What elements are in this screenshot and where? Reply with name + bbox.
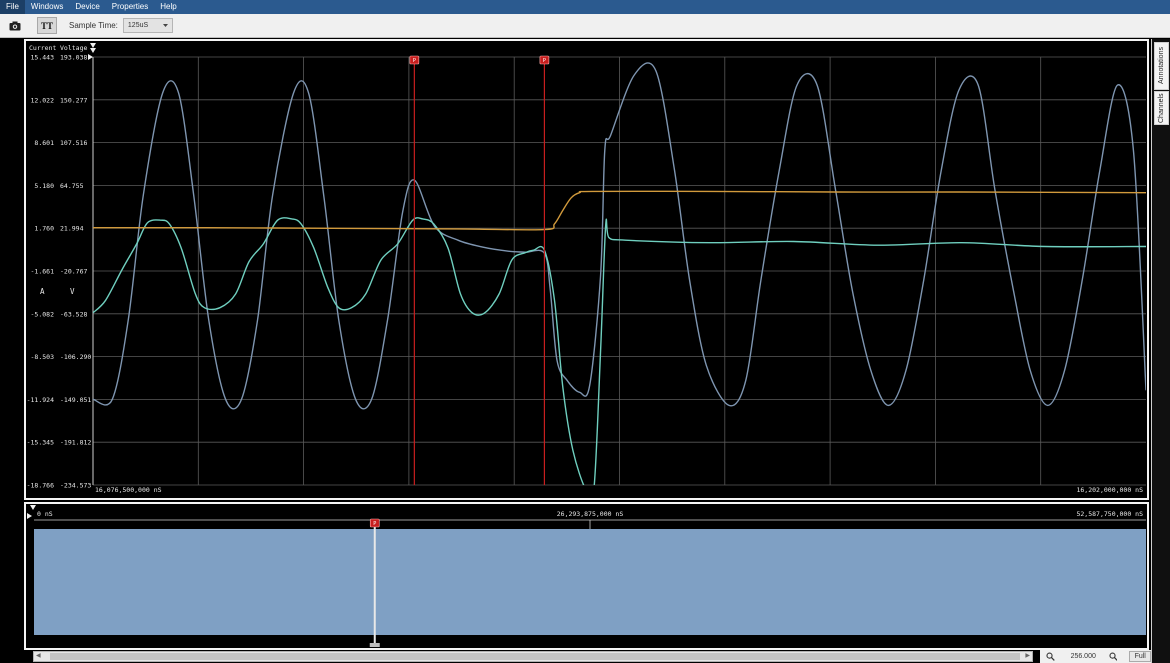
voltage-tick-label: -149.051 bbox=[60, 396, 91, 404]
overview-mid-label: 26,293,875,000 nS bbox=[557, 510, 624, 518]
voltage-axis-title: Voltage bbox=[60, 44, 87, 52]
voltage-tick-label: 107.516 bbox=[60, 139, 87, 147]
zoom-controls: 256.000 Full bbox=[1040, 650, 1151, 663]
scroll-left-icon[interactable]: ◀ bbox=[36, 653, 41, 660]
voltage-tick-label: -191.812 bbox=[60, 439, 91, 447]
left-margin bbox=[0, 39, 24, 663]
current-unit-label: A bbox=[40, 287, 45, 296]
current-tick-label: -1.661 bbox=[31, 268, 55, 276]
tab-annotations[interactable]: Annotations bbox=[1154, 42, 1169, 90]
overview-chart[interactable]: 0 nS 26,293,875,000 nS 52,587,750,000 nS P bbox=[26, 504, 1147, 648]
overview-waveform-area bbox=[34, 529, 1146, 635]
current-tick-label: 8.601 bbox=[34, 139, 54, 147]
tab-channels[interactable]: Channels bbox=[1154, 91, 1169, 125]
offset-handle-icon[interactable] bbox=[88, 54, 93, 60]
sample-time-select[interactable]: 125uS bbox=[122, 18, 173, 33]
current-tick-label: -11.924 bbox=[27, 396, 54, 404]
current-tick-label: -15.345 bbox=[27, 439, 54, 447]
overview-plot[interactable]: 0 nS 26,293,875,000 nS 52,587,750,000 nS P bbox=[24, 502, 1149, 650]
voltage-tick-label: -20.767 bbox=[60, 268, 87, 276]
overview-handle-icon[interactable] bbox=[27, 513, 32, 519]
toolbar: TT Sample Time: 125uS bbox=[0, 14, 1170, 38]
marker-label: P bbox=[543, 58, 546, 64]
menu-file[interactable]: File bbox=[0, 0, 25, 14]
current-tick-label: 15.443 bbox=[31, 54, 55, 62]
menu-properties[interactable]: Properties bbox=[106, 0, 154, 14]
overview-end-label: 52,587,750,000 nS bbox=[1076, 510, 1143, 518]
zoom-out-icon[interactable] bbox=[1109, 652, 1118, 661]
camera-icon bbox=[9, 21, 21, 30]
menu-bar: File Windows Device Properties Help bbox=[0, 0, 1170, 14]
overview-cursor-label: P bbox=[373, 521, 376, 527]
bottom-bar: ◀ ▶ 256.000 Full bbox=[24, 650, 1151, 663]
voltage-tick-label: -234.573 bbox=[60, 482, 91, 490]
zoom-value[interactable]: 256.000 bbox=[1058, 651, 1109, 662]
screenshot-button[interactable] bbox=[5, 17, 25, 34]
current-tick-label: 5.180 bbox=[34, 182, 54, 190]
scroll-right-icon[interactable]: ▶ bbox=[1025, 653, 1030, 660]
scale-handle-icon[interactable] bbox=[90, 48, 96, 53]
current-axis-title: Current bbox=[29, 44, 56, 52]
overview-handle-icon[interactable] bbox=[30, 505, 36, 510]
chevron-down-icon bbox=[162, 24, 168, 27]
zoom-in-icon[interactable] bbox=[1046, 652, 1055, 661]
marker-label: P bbox=[413, 58, 416, 64]
x-end-label: 16,202,000,000 nS bbox=[1076, 486, 1143, 494]
menu-help[interactable]: Help bbox=[154, 0, 182, 14]
voltage-tick-label: -63.528 bbox=[60, 310, 87, 318]
scale-handle-icon[interactable] bbox=[90, 43, 96, 48]
waveform-chart[interactable]: 15.443 193.038 12.022 150.277 8.601 107.516 5.… bbox=[26, 41, 1147, 498]
side-panel-tabs: Annotations Channels bbox=[1151, 39, 1170, 663]
current-tick-label: 12.022 bbox=[31, 96, 55, 104]
voltage-tick-label: -106.290 bbox=[60, 353, 91, 361]
voltage-tick-label: 193.038 bbox=[60, 54, 87, 62]
sample-time-label: Sample Time: bbox=[69, 21, 118, 30]
text-size-icon: TT bbox=[40, 20, 53, 31]
overview-cursor-grip[interactable] bbox=[369, 643, 380, 647]
menu-windows[interactable]: Windows bbox=[25, 0, 69, 14]
current-tick-label: -8.503 bbox=[31, 353, 55, 361]
sample-time-value: 125uS bbox=[127, 22, 149, 29]
current-tick-label: -5.082 bbox=[31, 310, 55, 318]
overview-start-label: 0 nS bbox=[37, 510, 53, 518]
voltage-unit-label: V bbox=[70, 287, 75, 296]
current-tick-label: 1.760 bbox=[34, 225, 54, 233]
horizontal-scrollbar[interactable]: ◀ ▶ bbox=[33, 651, 1033, 662]
x-start-label: 16,076,500,000 nS bbox=[95, 486, 162, 494]
voltage-tick-label: 150.277 bbox=[60, 96, 87, 104]
scrollbar-thumb[interactable] bbox=[50, 653, 1020, 660]
menu-device[interactable]: Device bbox=[69, 0, 105, 14]
text-size-button[interactable]: TT bbox=[37, 17, 57, 34]
voltage-tick-label: 64.755 bbox=[60, 182, 84, 190]
waveform-plot[interactable]: 15.443 193.038 12.022 150.277 8.601 107.516 5.… bbox=[24, 39, 1149, 500]
voltage-tick-label: 21.994 bbox=[60, 225, 84, 233]
full-zoom-button[interactable]: Full bbox=[1129, 651, 1151, 662]
current-tick-label: -18.766 bbox=[27, 482, 54, 490]
